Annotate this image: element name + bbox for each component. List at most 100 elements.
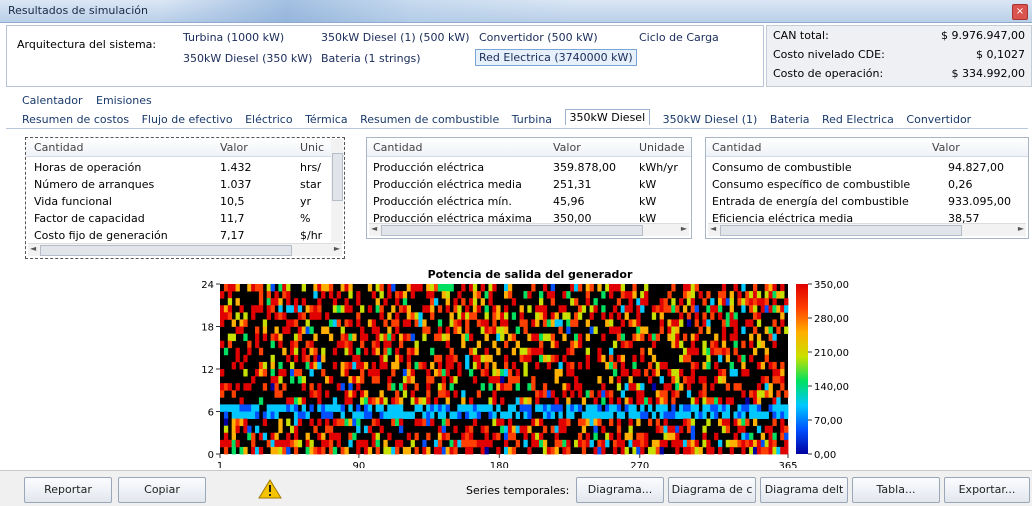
column-header: Unidade (639, 141, 685, 154)
x-tick-label: 270 (630, 461, 649, 468)
colorbar-tick-label: 0,00 (814, 450, 836, 461)
scrollbar-thumb[interactable] (40, 245, 292, 256)
window-title: Resultados de simulación (8, 4, 148, 17)
diagram-button[interactable]: Diagrama... (576, 477, 664, 503)
scroll-right-icon[interactable]: ► (681, 224, 687, 233)
cell: 45,96 (553, 195, 585, 208)
cell: 1.037 (220, 178, 252, 191)
column-header: Valor (932, 141, 960, 154)
tab-emisiones[interactable]: Emisiones (96, 94, 152, 107)
column-header: Cantidad (34, 141, 84, 154)
y-tick-label: 18 (201, 323, 214, 334)
arch-cell-ciclo[interactable]: Ciclo de Carga (639, 31, 719, 44)
cell: % (300, 212, 311, 225)
table-row: Consumo de combustible 94.827,00 (706, 160, 1028, 176)
colorbar-tick-label: 280,00 (814, 314, 849, 325)
x-tick-label: 90 (353, 461, 366, 468)
colorbar (796, 284, 808, 454)
cell: Consumo de combustible (712, 161, 852, 174)
arch-cell-bateria[interactable]: Bateria (1 strings) (321, 52, 421, 65)
tab-calentador[interactable]: Calentador (22, 94, 83, 107)
arch-cell-convertidor[interactable]: Convertidor (500 kW) (479, 31, 598, 44)
y-tick-label: 6 (208, 408, 214, 419)
cell: Producción eléctrica (373, 161, 485, 174)
arch-cell-diesel-350[interactable]: 350kW Diesel (350 kW) (183, 52, 312, 65)
report-button[interactable]: Reportar (24, 477, 112, 503)
tab-convertidor[interactable]: Convertidor (906, 113, 971, 126)
scrollbar-thumb[interactable] (332, 153, 343, 201)
cost-label: Costo nivelado CDE: (773, 48, 885, 61)
cell: kW (639, 195, 657, 208)
architecture-label: Arquitectura del sistema: (17, 38, 157, 51)
tab-resumen-combustible[interactable]: Resumen de combustible (360, 113, 499, 126)
column-header: Cantidad (712, 141, 762, 154)
cell: Consumo específico de combustible (712, 178, 911, 191)
tab-350kw-diesel-1[interactable]: 350kW Diesel (1) (663, 113, 758, 126)
scroll-right-icon[interactable]: ► (334, 244, 340, 253)
table-row: Consumo específico de combustible 0,26 (706, 177, 1028, 193)
close-icon[interactable]: × (1012, 4, 1028, 20)
horizontal-scrollbar[interactable]: ◄ ► (28, 243, 342, 256)
tab-resumen-costos[interactable]: Resumen de costos (22, 113, 129, 126)
operation-table[interactable]: Cantidad Valor Unic Horas de operación 1… (25, 137, 345, 259)
x-tick-label: 180 (490, 461, 509, 468)
scroll-left-icon[interactable]: ◄ (371, 224, 377, 233)
bottom-toolbar: Reportar Copiar Series temporales: Diagr… (0, 470, 1032, 506)
fuel-table[interactable]: Cantidad Valor Consumo de combustible 94… (705, 137, 1029, 239)
production-table[interactable]: Cantidad Valor Unidade Producción eléctr… (366, 137, 692, 239)
series-label: Series temporales: (466, 484, 570, 497)
scroll-right-icon[interactable]: ► (1018, 224, 1024, 233)
cell: 251,31 (553, 178, 592, 191)
cell: kWh/yr (639, 161, 678, 174)
cost-label: Costo de operación: (773, 67, 884, 80)
tab-350kw-diesel[interactable]: 350kW Diesel (564, 109, 651, 125)
tab-bateria[interactable]: Bateria (770, 113, 810, 126)
copy-button[interactable]: Copiar (118, 477, 206, 503)
tab-termica[interactable]: Térmica (305, 113, 348, 126)
arch-cell-turbina[interactable]: Turbina (1000 kW) (183, 31, 284, 44)
cell: 933.095,00 (948, 195, 1011, 208)
tab-red-electrica[interactable]: Red Electrica (822, 113, 894, 126)
cell: yr (300, 195, 312, 208)
cell: Vida funcional (34, 195, 112, 208)
cell: Producción eléctrica media (373, 178, 522, 191)
horizontal-scrollbar[interactable]: ◄ ► (369, 223, 689, 236)
vertical-scrollbar[interactable] (331, 139, 343, 242)
cost-label: CAN total: (773, 29, 829, 42)
tab-flujo-efectivo[interactable]: Flujo de efectivo (142, 113, 233, 126)
cell: 1.432 (220, 161, 252, 174)
cell: hrs/ (300, 161, 321, 174)
colorbar-tick-label: 140,00 (814, 382, 849, 393)
cell: 359.878,00 (553, 161, 616, 174)
table-header: Cantidad Valor Unic (26, 138, 344, 157)
column-header: Unic (300, 141, 325, 154)
tab-electrico[interactable]: Eléctrico (245, 113, 293, 126)
tab-row-1: Calentador Emisiones (22, 94, 162, 107)
title-bar: Resultados de simulación × (0, 0, 1032, 23)
warning-icon[interactable] (258, 479, 282, 499)
scrollbar-thumb[interactable] (381, 225, 643, 236)
cell: Producción eléctrica mín. (373, 195, 512, 208)
scroll-left-icon[interactable]: ◄ (30, 244, 36, 253)
table-button[interactable]: Tabla... (852, 477, 940, 503)
colorbar-tick-label: 350,00 (814, 280, 849, 291)
scroll-left-icon[interactable]: ◄ (710, 224, 716, 233)
tab-turbina[interactable]: Turbina (512, 113, 552, 126)
tab-row-2: Resumen de costos Flujo de efectivo Eléc… (22, 109, 980, 127)
cost-row-can: CAN total: $ 9.976.947,00 (773, 29, 1025, 45)
export-button[interactable]: Exportar... (944, 477, 1030, 503)
cost-value: $ 9.976.947,00 (941, 29, 1025, 42)
table-row: Costo fijo de generación 7,17 $/hr (26, 228, 344, 244)
diagram-delta-button[interactable]: Diagrama delt (760, 477, 848, 503)
column-header: Cantidad (373, 141, 423, 154)
arch-cell-red-electrica[interactable]: Red Electrica (3740000 kW) (475, 49, 637, 66)
scrollbar-thumb[interactable] (720, 225, 962, 236)
horizontal-scrollbar[interactable]: ◄ ► (708, 223, 1026, 236)
architecture-panel: Arquitectura del sistema: Turbina (1000 … (6, 25, 764, 87)
x-tick-label: 1 (217, 461, 223, 468)
arch-cell-diesel-1[interactable]: 350kW Diesel (1) (500 kW) (321, 31, 469, 44)
diagram-c-button[interactable]: Diagrama de c (668, 477, 756, 503)
title-bar-decoration (160, 0, 580, 22)
cell: 10,5 (220, 195, 245, 208)
table-row: Producción eléctrica mín. 45,96 kW (367, 194, 691, 210)
